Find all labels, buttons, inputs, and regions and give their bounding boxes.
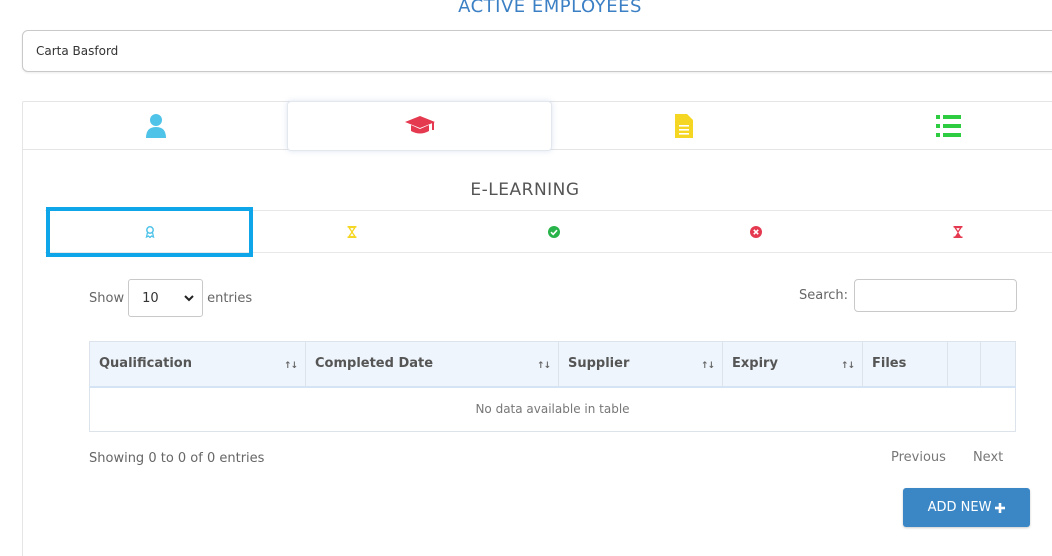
chevron-down-icon — [184, 294, 194, 301]
previous-page-button[interactable]: Previous — [891, 450, 946, 465]
show-label: Show — [89, 290, 125, 306]
table-header-row: Qualification ↑↓ Completed Date ↑↓ Suppl… — [89, 341, 1016, 388]
sort-icon: ↑↓ — [700, 361, 715, 371]
next-page-button[interactable]: Next — [973, 450, 1003, 465]
times-circle-icon — [749, 226, 762, 238]
search-label: Search: — [799, 288, 849, 303]
column-header-supplier[interactable]: Supplier ↑↓ — [558, 341, 723, 388]
main-panel: E-LEARNING Show 10 entries Search: Quali… — [22, 101, 1052, 556]
tab-profile[interactable] — [23, 102, 288, 150]
subtab-failed[interactable] — [654, 211, 857, 253]
hourglass-icon — [347, 226, 356, 238]
qualifications-table: Qualification ↑↓ Completed Date ↑↓ Suppl… — [89, 341, 1016, 432]
award-icon — [145, 226, 154, 238]
column-header-action-1 — [947, 341, 981, 388]
employee-select[interactable]: Carta Basford — [22, 30, 1052, 72]
subtab-expired[interactable] — [856, 211, 1052, 253]
entries-length-control: Show 10 entries — [89, 279, 252, 317]
add-new-label: ADD NEW — [927, 500, 992, 515]
user-icon — [145, 114, 166, 138]
sort-icon: ↑↓ — [840, 361, 855, 371]
table-row: No data available in table — [89, 386, 1016, 432]
search-input[interactable] — [854, 279, 1018, 312]
section-title: E-LEARNING — [470, 180, 580, 200]
tab-documents[interactable] — [551, 102, 816, 150]
table-info: Showing 0 to 0 of 0 entries — [89, 451, 265, 466]
column-header-expiry[interactable]: Expiry ↑↓ — [722, 341, 863, 388]
top-tabs — [23, 101, 1052, 151]
hourglass-end-icon — [953, 226, 962, 238]
sub-tabs — [45, 207, 1052, 257]
employee-select-value: Carta Basford — [36, 44, 119, 58]
plus-icon — [995, 502, 1006, 513]
tab-list[interactable] — [816, 102, 1052, 150]
subtab-qualifications[interactable] — [46, 207, 253, 257]
sort-icon: ↑↓ — [536, 361, 551, 371]
column-header-qualification[interactable]: Qualification ↑↓ — [89, 341, 306, 388]
document-icon — [674, 114, 693, 138]
pagination: Previous Next — [891, 450, 1003, 465]
graduation-cap-icon — [404, 116, 435, 134]
entries-label: entries — [207, 290, 253, 306]
check-circle-icon — [547, 226, 560, 238]
entries-select[interactable]: 10 — [128, 279, 204, 317]
empty-table-message: No data available in table — [89, 386, 1016, 432]
entries-select-value: 10 — [142, 290, 159, 306]
add-new-button[interactable]: ADD NEW — [903, 488, 1030, 527]
table-search: Search: — [799, 279, 1018, 312]
page-title: ACTIVE EMPLOYEES — [458, 0, 642, 17]
subtab-in-progress[interactable] — [250, 211, 453, 253]
column-header-action-2 — [980, 341, 1016, 388]
tab-e-learning[interactable] — [287, 101, 552, 151]
column-header-completed-date[interactable]: Completed Date ↑↓ — [305, 341, 559, 388]
column-header-files: Files — [862, 341, 948, 388]
subtab-completed[interactable] — [452, 211, 655, 253]
list-icon — [936, 115, 961, 137]
sort-icon: ↑↓ — [283, 361, 298, 371]
